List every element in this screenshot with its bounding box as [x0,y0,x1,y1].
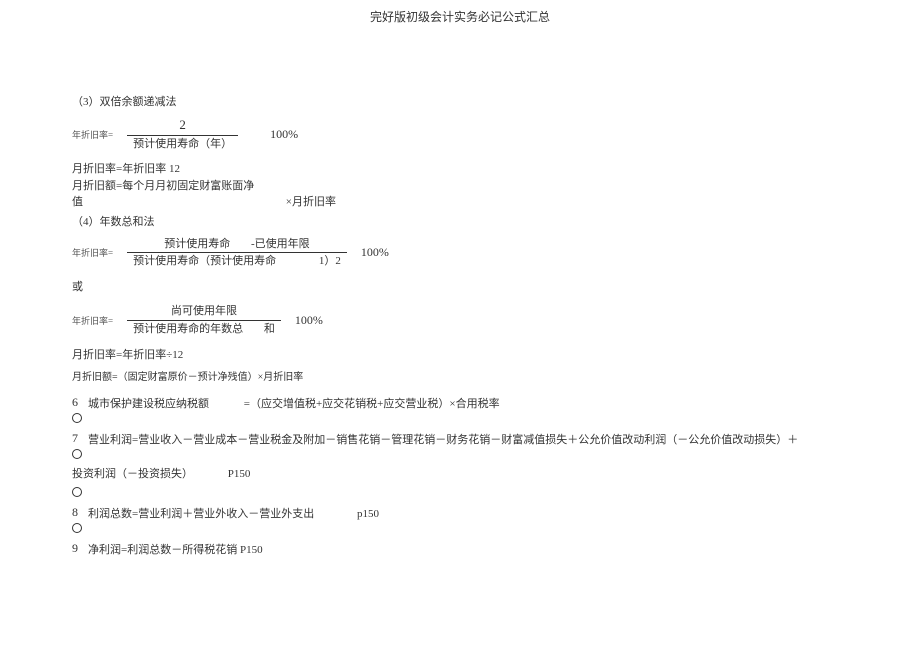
section-4-heading: （4）年数总和法 [72,213,848,229]
percent-sign: 100% [270,127,298,142]
text-line: 值 ×月折旧率 [72,194,848,211]
item-number: 6 [72,395,78,410]
fraction-numerator: 预计使用寿命 -已使用年限 [158,237,315,252]
item-7-continuation: 投资利润（－投资损失） P150 [72,465,848,481]
text-fragment: ×月折旧率 [286,194,336,211]
formula-sum-of-years-b: 年折旧率= 尚可使用年限 预计使用寿命的年数总 和 100% [72,304,848,336]
text-fragment: 预计使用寿命 [164,238,230,250]
text-fragment: 投资利润（－投资损失） [72,468,193,480]
item-number: 8 [72,505,78,520]
text-fragment: 城市保护建设税应纳税额 [88,398,209,410]
item-number: 7 [72,431,78,446]
item-text: 利润总数=营业利润＋营业外收入－营业外支出 p150 [88,505,379,521]
text-line: 月折旧率=年折旧率÷12 [72,346,848,362]
text-fragment: =（应交增值税+应交花销税+应交营业税）×合用税率 [244,395,500,411]
item-9: 9 净利润=利润总数－所得税花销 P150 [72,541,848,557]
percent-sign: 100% [361,245,389,260]
fraction-denominator: 预计使用寿命（预计使用寿命 1）2 [127,252,347,268]
item-number: 9 [72,541,78,556]
page-ref: P150 [228,468,251,480]
text-line: 月折旧额=（固定财富原价－预计净残值）×月折旧率 [72,368,848,383]
item-6: 6 城市保护建设税应纳税额 =（应交增值税+应交花销税+应交营业税）×合用税率 [72,395,848,411]
text-fragment: 1）2 [319,254,341,268]
or-separator: 或 [72,278,848,294]
text-fragment: 和 [264,322,275,336]
section-3-heading: （3）双倍余额递减法 [72,93,848,109]
text-line: 月折旧率=年折旧率 12 [72,161,848,178]
formula-label: 年折旧率= [72,314,113,327]
item-text: 城市保护建设税应纳税额 =（应交增值税+应交花销税+应交营业税）×合用税率 [88,395,500,411]
formula-sum-of-years-a: 年折旧率= 预计使用寿命 -已使用年限 预计使用寿命（预计使用寿命 1）2 10… [72,237,848,269]
formula-label: 年折旧率= [72,128,113,141]
fraction: 2 预计使用寿命（年） [127,117,238,151]
circle-bullet-icon [72,523,82,533]
fraction-numerator: 尚可使用年限 [165,304,243,319]
formula-label: 年折旧率= [72,246,113,259]
page-ref: p150 [357,508,379,520]
item-text: 营业利润=营业收入－营业成本－营业税金及附加－销售花销－管理花销－财务花销－财富… [88,431,798,447]
fraction: 尚可使用年限 预计使用寿命的年数总 和 [127,304,281,336]
fraction: 预计使用寿命 -已使用年限 预计使用寿命（预计使用寿命 1）2 [127,237,347,269]
text-fragment: 预计使用寿命（预计使用寿命 [133,255,276,267]
circle-bullet-icon [72,413,82,423]
item-7: 7 营业利润=营业收入－营业成本－营业税金及附加－销售花销－管理花销－财务花销－… [72,431,848,447]
monthly-depreciation-lines: 月折旧率=年折旧率 12 月折旧额=每个月月初固定财富账面净 值 ×月折旧率 [72,161,848,211]
circle-bullet-icon [72,487,82,497]
page-title: 完好版初级会计实务必记公式汇总 [72,0,848,85]
fraction-denominator: 预计使用寿命的年数总 和 [127,320,281,336]
item-8: 8 利润总数=营业利润＋营业外收入－营业外支出 p150 [72,505,848,521]
percent-sign: 100% [295,313,323,328]
item-text: 净利润=利润总数－所得税花销 P150 [88,541,263,557]
text-fragment: -已使用年限 [251,237,310,251]
text-fragment: 值 [72,196,83,208]
formula-double-declining: 年折旧率= 2 预计使用寿命（年） 100% [72,117,848,151]
fraction-denominator: 预计使用寿命（年） [127,135,238,151]
fraction-numerator: 2 [173,117,192,135]
text-fragment: 利润总数=营业利润＋营业外收入－营业外支出 [88,508,314,520]
circle-bullet-icon [72,449,82,459]
text-line: 月折旧额=每个月月初固定财富账面净 [72,178,848,195]
text-fragment: 预计使用寿命的年数总 [133,323,243,335]
